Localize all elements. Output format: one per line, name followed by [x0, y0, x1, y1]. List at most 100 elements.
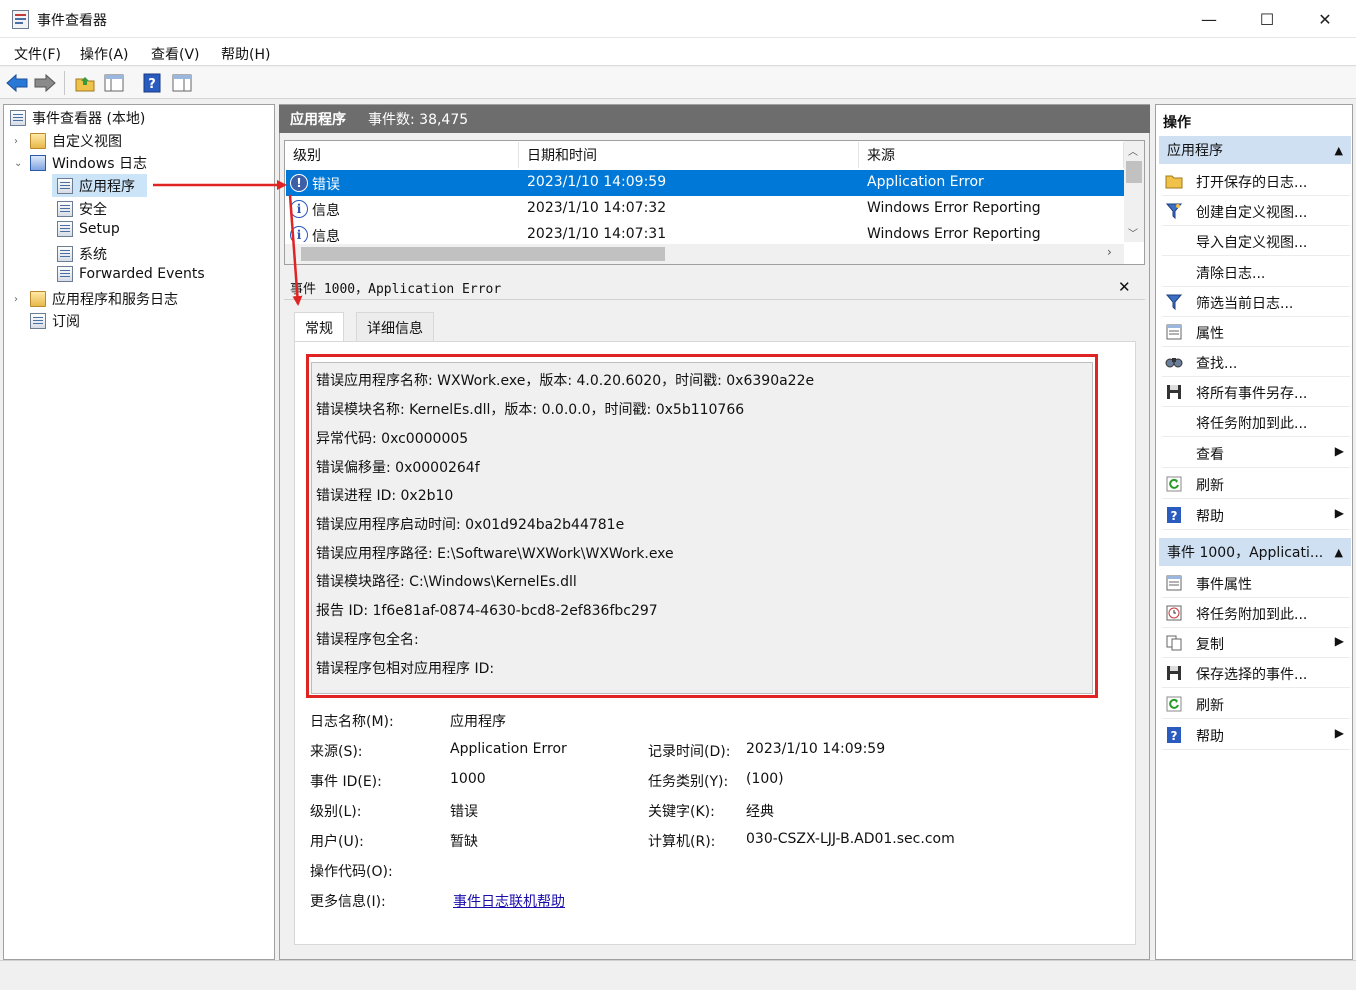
scroll-right-icon[interactable]: › — [1107, 245, 1112, 259]
more-info-link[interactable]: 事件日志联机帮助 — [453, 891, 565, 911]
task-category-label: 任务类别(Y): — [648, 774, 729, 790]
action-copy[interactable]: 复制 ▶ — [1162, 628, 1350, 658]
action-help[interactable]: ? 帮助 ▶ — [1162, 500, 1350, 530]
event-row[interactable]: i 信息 2023/1/10 14:07:32 Windows Error Re… — [286, 196, 1124, 222]
tree-item-application-label: 应用程序 — [79, 179, 135, 195]
action-refresh-event[interactable]: 刷新 — [1162, 689, 1350, 719]
help-icon[interactable]: ? — [141, 72, 163, 94]
task-icon — [1165, 604, 1183, 622]
log-name-label: 日志名称(M): — [310, 714, 394, 730]
action-attach-task[interactable]: 将任务附加到此... — [1162, 407, 1350, 437]
event-row[interactable]: ! 错误 2023/1/10 14:09:59 Application Erro… — [286, 170, 1124, 196]
tree-subscriptions-label: 订阅 — [52, 314, 80, 330]
tree-windows-logs-label: Windows 日志 — [52, 156, 147, 172]
tree-custom-views[interactable]: › 自定义视图 — [14, 131, 122, 151]
submenu-arrow-icon: ▶ — [1334, 726, 1344, 740]
tree-app-service-logs[interactable]: › 应用程序和服务日志 — [14, 289, 178, 309]
action-view[interactable]: 查看 ▶ — [1162, 438, 1350, 468]
action-event-properties[interactable]: 事件属性 — [1162, 568, 1350, 598]
subscriptions-icon — [30, 313, 46, 329]
properties-icon — [1165, 323, 1183, 341]
info-icon: i — [290, 200, 308, 218]
column-header-source[interactable]: 来源 — [859, 142, 1124, 168]
action-attach-task-event[interactable]: 将任务附加到此... — [1162, 598, 1350, 628]
event-viewer-app-icon — [12, 10, 29, 29]
tree-item-forwarded-label: Forwarded Events — [79, 266, 205, 282]
action-filter-current-log[interactable]: 筛选当前日志... — [1162, 287, 1350, 317]
minimize-button[interactable]: — — [1180, 0, 1238, 38]
log-icon — [57, 246, 73, 262]
action-help-event[interactable]: ? 帮助 ▶ — [1162, 720, 1350, 750]
tree-item-forwarded-events[interactable]: Forwarded Events — [57, 266, 205, 282]
action-open-saved-log[interactable]: 打开保存的日志... — [1162, 166, 1350, 196]
chevron-down-icon[interactable]: ⌄ — [14, 158, 24, 169]
tree-subscriptions[interactable]: 订阅 — [30, 311, 80, 331]
scrollbar-thumb[interactable] — [1126, 161, 1142, 183]
tab-general[interactable]: 常规 — [294, 312, 344, 342]
event-row[interactable]: i 信息 2023/1/10 14:07:31 Windows Error Re… — [286, 222, 1124, 242]
back-icon[interactable] — [6, 72, 28, 94]
scroll-up-icon[interactable]: ︿ — [1128, 143, 1138, 158]
action-refresh[interactable]: 刷新 — [1162, 469, 1350, 499]
actions-section-application[interactable]: 应用程序 ▲ — [1159, 136, 1351, 164]
action-create-custom-view[interactable]: 创建自定义视图... — [1162, 196, 1350, 226]
column-header-datetime[interactable]: 日期和时间 — [519, 142, 859, 168]
collapse-icon[interactable]: ▲ — [1335, 546, 1343, 559]
tree-item-setup-label: Setup — [79, 221, 120, 237]
show-hide-tree-icon[interactable] — [103, 72, 125, 94]
collapse-icon[interactable]: ▲ — [1335, 144, 1343, 157]
action-label: 筛选当前日志... — [1196, 296, 1294, 312]
vertical-scrollbar[interactable]: ︿ ﹀ — [1124, 141, 1144, 242]
close-window-button[interactable]: ✕ — [1296, 0, 1354, 38]
column-header-level[interactable]: 级别 — [285, 142, 519, 168]
menu-view[interactable]: 查看(V) — [151, 44, 200, 64]
action-save-all-events[interactable]: 将所有事件另存... — [1162, 377, 1350, 407]
event-datetime: 2023/1/10 14:09:59 — [527, 174, 667, 190]
tree-root[interactable]: 事件查看器 (本地) — [10, 108, 145, 128]
windows-logs-icon — [30, 155, 46, 171]
action-save-selected-events[interactable]: 保存选择的事件... — [1162, 658, 1350, 688]
properties-icon[interactable] — [171, 72, 193, 94]
refresh-icon — [1165, 695, 1183, 713]
chevron-right-icon[interactable]: › — [14, 136, 24, 147]
scrollbar-thumb[interactable] — [301, 247, 665, 261]
action-properties[interactable]: 属性 — [1162, 317, 1350, 347]
action-label: 将任务附加到此... — [1196, 416, 1308, 432]
tree-item-application[interactable]: 应用程序 — [57, 176, 135, 196]
scroll-down-icon[interactable]: ﹀ — [1128, 225, 1138, 240]
action-import-custom-view[interactable]: 导入自定义视图... — [1162, 226, 1350, 256]
menu-file[interactable]: 文件(F) — [14, 44, 61, 64]
actions-section-label: 事件 1000，Applicati... — [1167, 545, 1324, 561]
menu-help[interactable]: 帮助(H) — [221, 44, 270, 64]
tree-item-setup[interactable]: Setup — [57, 221, 120, 237]
action-label: 将所有事件另存... — [1196, 386, 1308, 402]
folder-icon — [30, 133, 46, 149]
logged-value: 2023/1/10 14:09:59 — [746, 741, 886, 757]
maximize-button[interactable]: ☐ — [1238, 0, 1296, 38]
actions-section-event[interactable]: 事件 1000，Applicati... ▲ — [1159, 538, 1351, 566]
action-label: 帮助 — [1196, 729, 1224, 745]
tree-windows-logs[interactable]: ⌄ Windows 日志 — [14, 153, 147, 173]
up-folder-icon[interactable] — [74, 72, 96, 94]
action-label: 打开保存的日志... — [1196, 175, 1308, 191]
event-datetime: 2023/1/10 14:07:31 — [527, 226, 667, 242]
chevron-right-icon[interactable]: › — [14, 294, 24, 305]
forward-icon[interactable] — [34, 72, 56, 94]
action-label: 导入自定义视图... — [1196, 235, 1308, 251]
detail-title: 事件 1000，Application Error — [290, 282, 502, 297]
title-bar — [0, 0, 1356, 38]
action-clear-log[interactable]: 清除日志... — [1162, 257, 1350, 287]
tree-item-security[interactable]: 安全 — [57, 199, 107, 219]
event-properties-icon — [1165, 574, 1183, 592]
tree-item-system[interactable]: 系统 — [57, 244, 107, 264]
action-label: 清除日志... — [1196, 266, 1266, 282]
action-label: 帮助 — [1196, 509, 1224, 525]
menu-action[interactable]: 操作(A) — [80, 44, 129, 64]
action-find[interactable]: 查找... — [1162, 347, 1350, 377]
more-info-label: 更多信息(I): — [310, 894, 386, 910]
status-bar — [0, 960, 1356, 990]
close-detail-icon[interactable]: ✕ — [1118, 278, 1131, 296]
event-count: 事件数: 38,475 — [368, 112, 469, 128]
horizontal-scrollbar[interactable]: › — [285, 244, 1124, 264]
tab-details[interactable]: 详细信息 — [356, 312, 434, 342]
